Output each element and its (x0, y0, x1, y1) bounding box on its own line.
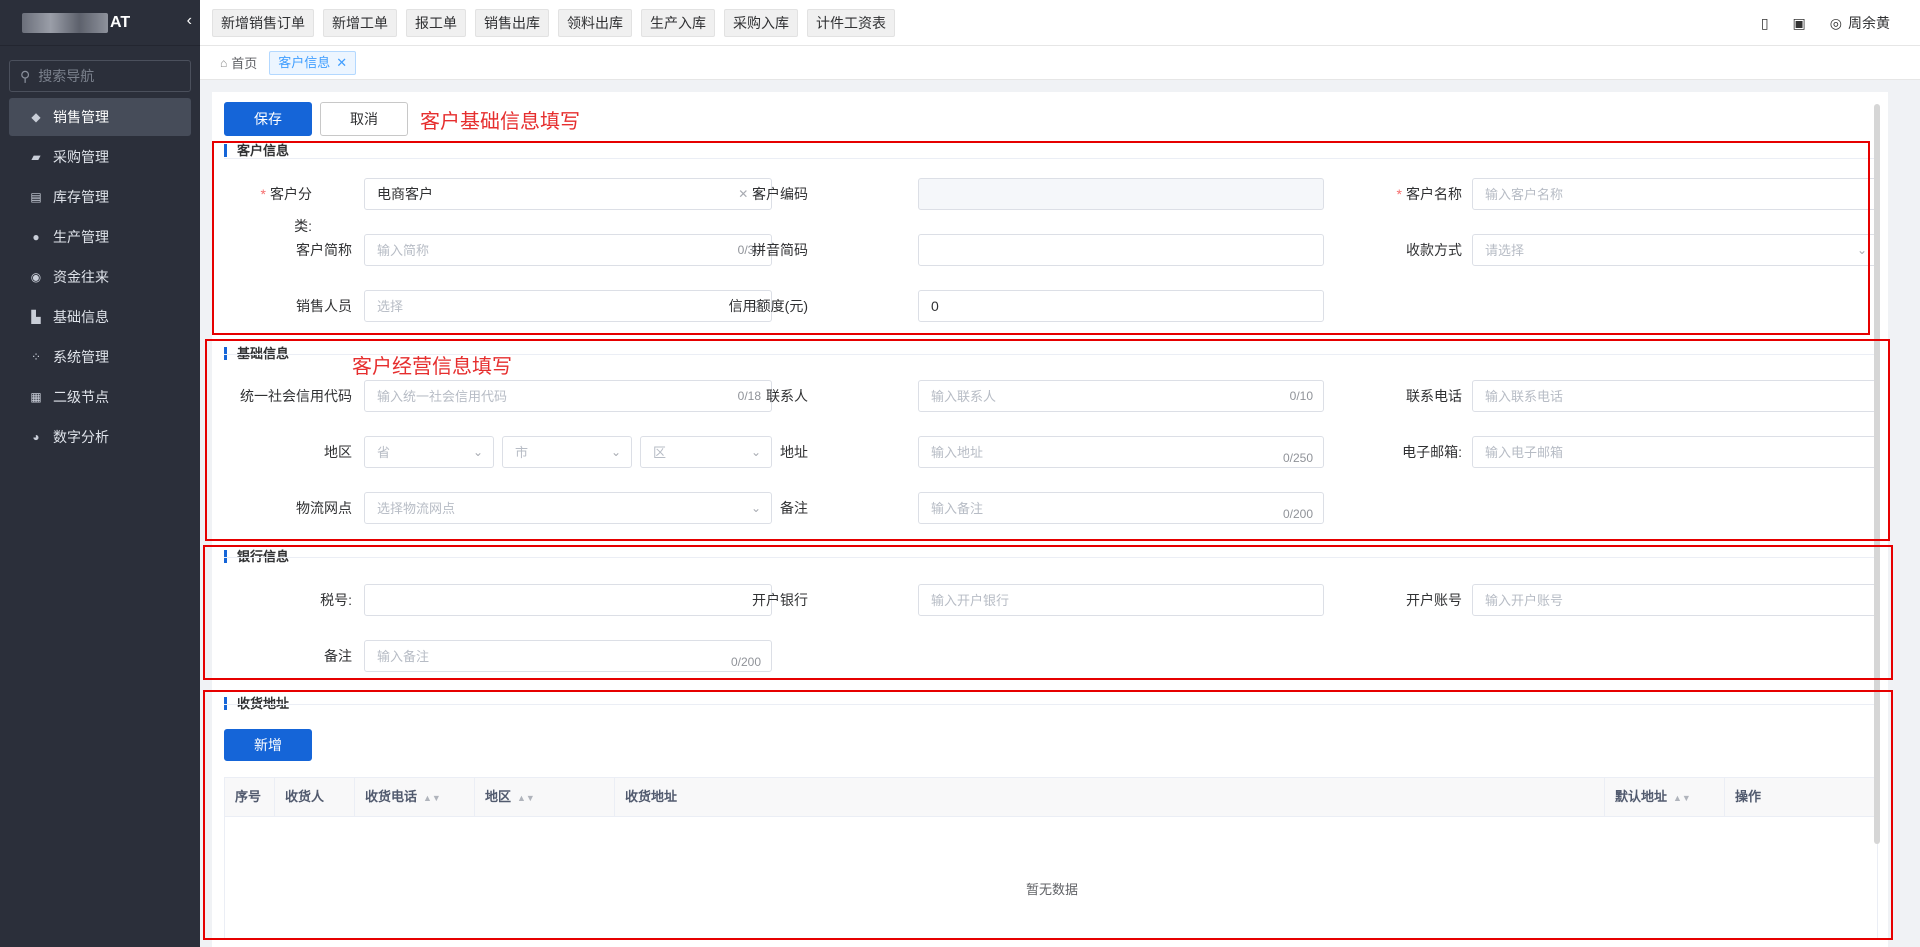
annotation-basic-info: 客户基础信息填写 (420, 110, 580, 133)
home-icon: ⌂ (220, 55, 228, 70)
top-right-tools: ▯ ▣ ◎ 周余黄 (1737, 0, 1890, 46)
tag-icon: ◆ (31, 110, 41, 124)
sidebar-item-purchase[interactable]: ▰ 采购管理 (9, 138, 191, 176)
annotation-box-bank-info (203, 545, 1893, 680)
mobile-icon[interactable]: ▯ (1761, 15, 1769, 32)
sidebar-item-label: 采购管理 (53, 149, 109, 165)
tag-bar: ⌂ 首页 客户信息 ✕ (200, 46, 1920, 80)
topbar: 新增销售订单 新增工单 报工单 销售出库 领料出库 生产入库 采购入库 计件工资… (200, 0, 1920, 46)
collapse-sidebar-icon[interactable]: ‹ (187, 12, 192, 30)
nav-search-input[interactable]: ⚲ 搜索导航 (9, 60, 191, 92)
warehouse-icon: ▤ (30, 190, 42, 204)
sidebar-item-basic[interactable]: ▙ 基础信息 (9, 298, 191, 336)
quick-actions: 新增销售订单 新增工单 报工单 销售出库 领料出库 生产入库 采购入库 计件工资… (200, 8, 904, 37)
pie-chart-icon: ◕ (32, 430, 40, 444)
node-icon: ▦ (30, 390, 42, 404)
search-icon: ⚲ (20, 67, 31, 84)
tab-customer-info-label: 客户信息 (278, 54, 331, 70)
annotation-box-basic-info (205, 339, 1890, 541)
tab-home-label: 首页 (231, 56, 258, 71)
sidebar-item-production[interactable]: ● 生产管理 (9, 218, 191, 256)
sidebar-item-sales[interactable]: ◆ 销售管理 (9, 98, 191, 136)
form-actions: 保存 取消 客户基础信息填写 (224, 102, 580, 136)
quick-material-outbound-button[interactable]: 领料出库 (558, 8, 632, 37)
quick-sales-outbound-button[interactable]: 销售出库 (475, 8, 549, 37)
sidebar-item-label: 数字分析 (53, 429, 109, 445)
sidebar-item-node[interactable]: ▦ 二级节点 (9, 378, 191, 416)
nav-search-placeholder: 搜索导航 (38, 68, 95, 84)
cancel-button[interactable]: 取消 (320, 102, 408, 136)
sidebar-item-label: 基础信息 (53, 309, 109, 325)
user-icon[interactable]: ◎ (1830, 15, 1842, 32)
cart-icon: ▰ (31, 150, 41, 164)
production-icon: ● (32, 230, 40, 244)
quick-work-report-button[interactable]: 报工单 (406, 8, 466, 37)
sidebar-item-label: 系统管理 (53, 349, 109, 365)
close-icon[interactable]: ✕ (336, 55, 347, 70)
info-icon: ▙ (31, 310, 41, 324)
quick-purchase-inbound-button[interactable]: 采购入库 (724, 8, 798, 37)
sidebar-item-label: 销售管理 (53, 109, 109, 125)
quick-production-inbound-button[interactable]: 生产入库 (641, 8, 715, 37)
sidebar-item-label: 库存管理 (53, 189, 109, 205)
user-name[interactable]: 周余黄 (1848, 13, 1890, 33)
quick-new-work-order-button[interactable]: 新增工单 (323, 8, 397, 37)
tab-customer-info[interactable]: 客户信息 ✕ (269, 50, 357, 75)
sidebar-item-funds[interactable]: ◉ 资金往来 (9, 258, 191, 296)
sidebar: AT ‹ ⚲ 搜索导航 ◆ 销售管理 ▰ 采购管理 ▤ 库存管理 ● 生产管理 … (0, 0, 200, 947)
annotation-box-shipping (203, 690, 1893, 940)
quick-piece-wage-button[interactable]: 计件工资表 (807, 8, 895, 37)
sidebar-item-analysis[interactable]: ◕ 数字分析 (9, 418, 191, 456)
logo-bar: AT ‹ (0, 0, 200, 46)
sidebar-item-label: 生产管理 (53, 229, 109, 245)
annotation-box-customer-info (212, 141, 1870, 335)
save-button[interactable]: 保存 (224, 102, 312, 136)
sidebar-item-inventory[interactable]: ▤ 库存管理 (9, 178, 191, 216)
sidebar-item-label: 二级节点 (53, 389, 109, 405)
sidebar-item-system[interactable]: ⁘ 系统管理 (9, 338, 191, 376)
money-icon: ◉ (30, 270, 42, 284)
logo-image (22, 12, 108, 33)
quick-new-sales-order-button[interactable]: 新增销售订单 (212, 8, 314, 37)
screen-icon[interactable]: ▣ (1793, 15, 1806, 32)
tab-home[interactable]: ⌂ 首页 (220, 53, 257, 72)
logo-text: AT (110, 13, 131, 31)
sidebar-item-label: 资金往来 (53, 269, 109, 285)
system-icon: ⁘ (30, 350, 42, 364)
